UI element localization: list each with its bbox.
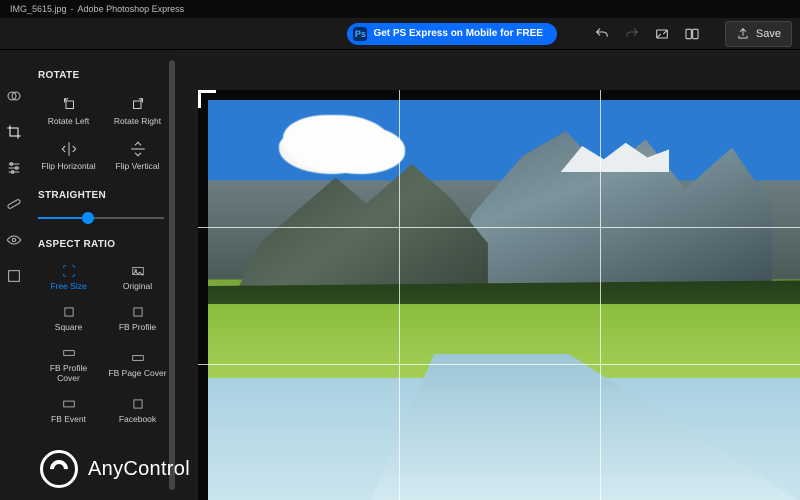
aspect-fbpc-label: FB Profile Cover: [38, 364, 99, 383]
watermark: AnyControl: [40, 450, 190, 488]
rail-border[interactable]: [0, 258, 28, 294]
aspect-fbpage-icon: [129, 351, 147, 365]
aspect-square-button[interactable]: Square: [38, 301, 99, 336]
undo-icon: [594, 26, 610, 42]
flip-horizontal-button[interactable]: Flip Horizontal: [38, 136, 99, 175]
aspect-fbe-icon: [60, 397, 78, 411]
aspect-fbk-icon: [129, 397, 147, 411]
rotate-right-button[interactable]: Rotate Right: [107, 91, 168, 130]
redo-button[interactable]: [617, 19, 647, 49]
rotate-left-icon: [60, 95, 78, 113]
top-toolbar: Ps Get PS Express on Mobile for FREE Sav…: [0, 18, 800, 50]
aspect-fbp-button[interactable]: FB Profile: [107, 301, 168, 336]
flip-vertical-button[interactable]: Flip Vertical: [107, 136, 168, 175]
rotate-section-title: ROTATE: [38, 70, 168, 81]
aspect-fbp-label: FB Profile: [119, 323, 156, 332]
slider-fill: [38, 217, 88, 219]
rotate-left-button[interactable]: Rotate Left: [38, 91, 99, 130]
aspect-fbpc-icon: [60, 346, 78, 360]
compare-icon: [684, 26, 700, 42]
file-name: IMG_5615.jpg: [10, 4, 67, 14]
flip-vertical-icon: [129, 140, 147, 158]
rail-redeye[interactable]: [0, 222, 28, 258]
bandage-icon: [6, 196, 22, 212]
aspect-fbpage-label: FB Page Cover: [108, 369, 166, 378]
aspect-section-title: ASPECT RATIO: [38, 239, 168, 250]
aspect-fbk-label: Facebook: [119, 415, 156, 424]
mountain-bg: [440, 123, 772, 288]
save-label: Save: [756, 28, 781, 40]
promo-banner[interactable]: Ps Get PS Express on Mobile for FREE: [347, 23, 556, 45]
tool-rail: [0, 50, 28, 500]
aspect-square-label: Square: [55, 323, 82, 332]
watermark-icon: [40, 450, 78, 488]
flip-v-label: Flip Vertical: [116, 162, 160, 171]
aspect-original-label: Original: [123, 282, 152, 291]
aspect-fbk-button[interactable]: Facebook: [107, 393, 168, 428]
rotate-left-label: Rotate Left: [48, 117, 90, 126]
flip-h-label: Flip Horizontal: [41, 162, 95, 171]
aspect-free-label: Free Size: [50, 282, 86, 291]
crop-grid-v2: [600, 90, 601, 500]
adjust-icon: [6, 88, 22, 104]
undo-button[interactable]: [587, 19, 617, 49]
watermark-text: AnyControl: [88, 458, 190, 481]
aspect-free-icon: [60, 264, 78, 278]
resize-icon: [654, 26, 670, 42]
compare-button[interactable]: [677, 19, 707, 49]
rail-sliders[interactable]: [0, 150, 28, 186]
promo-label: Get PS Express on Mobile for FREE: [373, 28, 542, 39]
rotate-right-icon: [129, 95, 147, 113]
rail-crop[interactable]: [0, 114, 28, 150]
rail-heal[interactable]: [0, 186, 28, 222]
aspect-square-icon: [60, 305, 78, 319]
aspect-fbp-icon: [129, 305, 147, 319]
aspect-fbe-label: FB Event: [51, 415, 86, 424]
sliders-icon: [6, 160, 22, 176]
aspect-free-button[interactable]: Free Size: [38, 260, 99, 295]
crop-grid-h1: [198, 227, 800, 228]
redo-icon: [624, 26, 640, 42]
rail-adjust[interactable]: [0, 78, 28, 114]
crop-icon: [6, 124, 22, 140]
rotate-right-label: Rotate Right: [114, 117, 161, 126]
flip-horizontal-icon: [60, 140, 78, 158]
ps-app-icon: Ps: [353, 27, 367, 41]
straighten-slider[interactable]: [38, 211, 164, 225]
crop-grid-h2: [198, 364, 800, 365]
crop-handle-tl[interactable]: [198, 90, 216, 108]
mountain-fg: [234, 164, 488, 296]
canvas-area[interactable]: [176, 50, 800, 500]
slider-thumb[interactable]: [82, 212, 94, 224]
resize-button[interactable]: [647, 19, 677, 49]
image-preview[interactable]: [198, 90, 800, 500]
titlebar-separator: -: [71, 4, 74, 14]
eye-icon: [6, 232, 22, 248]
app-name: Adobe Photoshop Express: [78, 4, 185, 14]
aspect-fbpc-button[interactable]: FB Profile Cover: [38, 342, 99, 387]
aspect-original-button[interactable]: Original: [107, 260, 168, 295]
window-titlebar: IMG_5615.jpg - Adobe Photoshop Express: [0, 0, 800, 18]
aspect-fbpage-button[interactable]: FB Page Cover: [107, 342, 168, 387]
share-icon: [736, 27, 750, 41]
aspect-fbe-button[interactable]: FB Event: [38, 393, 99, 428]
cloud: [283, 115, 392, 173]
crop-panel: ROTATE Rotate Left Rotate Right Flip Hor…: [28, 50, 176, 500]
aspect-original-icon: [129, 264, 147, 278]
crop-grid-v1: [399, 90, 400, 500]
straighten-section-title: STRAIGHTEN: [38, 190, 168, 201]
frame-icon: [6, 268, 22, 284]
save-button[interactable]: Save: [725, 21, 792, 47]
